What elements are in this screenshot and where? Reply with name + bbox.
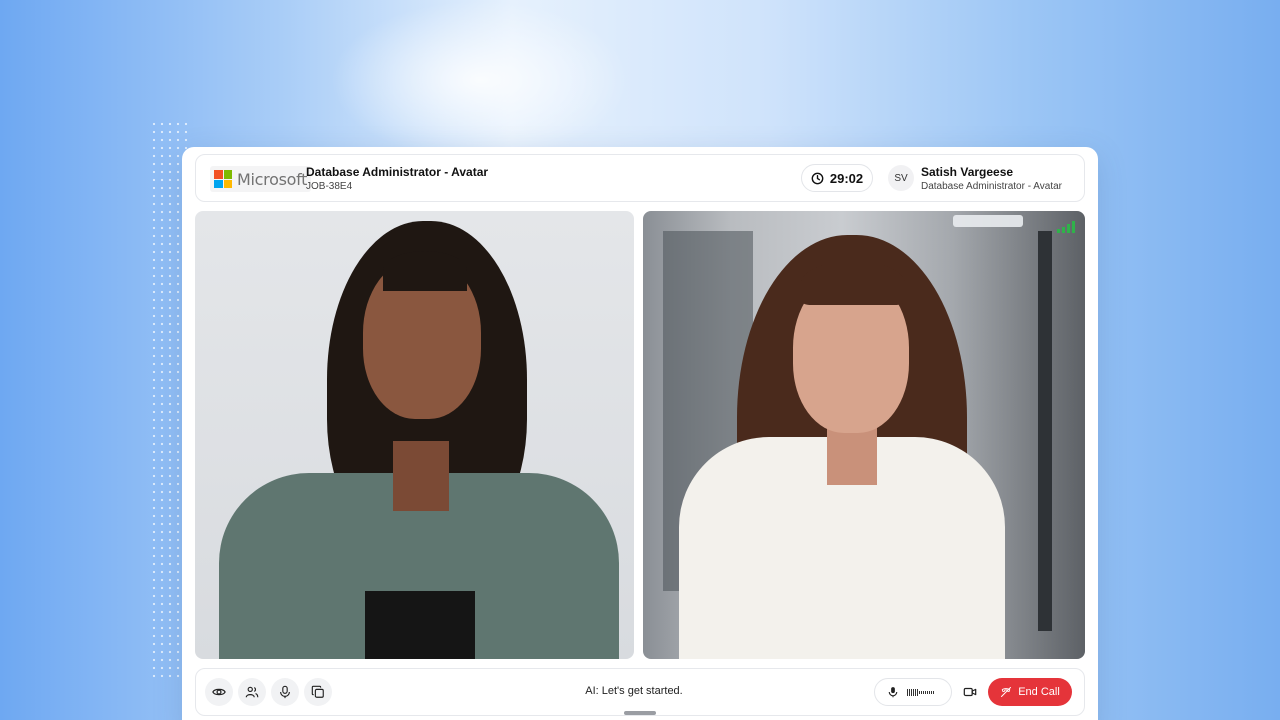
mic-level-bar [929,690,930,694]
mic-level-bar [911,688,912,696]
mic-level-bar [925,690,926,694]
company-logo: Microsoft [210,166,312,192]
drag-handle[interactable] [624,711,656,715]
mic-level-bar [913,688,914,696]
mic-level-bar [921,690,922,694]
background-glow [330,0,630,160]
avatar-video-tile [643,211,1085,659]
mic-level-bar [907,688,908,696]
mic-level-bar [933,690,934,694]
user-name: Satish Vargeese [921,165,1014,179]
camera-button[interactable] [956,678,984,706]
mic-level-bar [915,688,916,696]
microsoft-logo-icon [214,170,232,188]
mic-icon [888,687,898,698]
company-name: Microsoft [237,169,308,189]
mic-level-bar [917,688,918,696]
job-title: Database Administrator - Avatar [306,165,489,179]
signal-strength-icon [1057,221,1075,233]
end-call-label: End Call [1018,686,1060,698]
avatar[interactable]: SV [888,165,914,191]
timer-value: 29:02 [829,170,864,186]
video-camera-icon [963,687,977,697]
header-bar: Microsoft Database Administrator - Avata… [195,154,1085,202]
mic-level-bar [909,688,910,696]
mic-level-toggle[interactable] [874,678,952,706]
user-role: Database Administrator - Avatar [921,181,1062,192]
interview-window: Microsoft Database Administrator - Avata… [182,147,1098,720]
candidate-video [195,211,634,659]
control-bar: AI: Let's get started. End Call [195,668,1085,716]
job-code: JOB-38E4 [306,181,353,192]
candidate-video-tile [195,211,634,659]
mic-level-bar [923,690,924,694]
clock-icon [811,172,824,184]
mic-level-bar [919,690,920,694]
mic-level-bar [927,690,928,694]
call-timer: 29:02 [801,164,873,192]
mic-level-bar [931,690,932,694]
avatar-video [643,211,1085,659]
mic-level-meter [907,688,934,696]
end-call-button[interactable]: End Call [988,678,1072,706]
phone-hangup-icon [1001,687,1012,697]
